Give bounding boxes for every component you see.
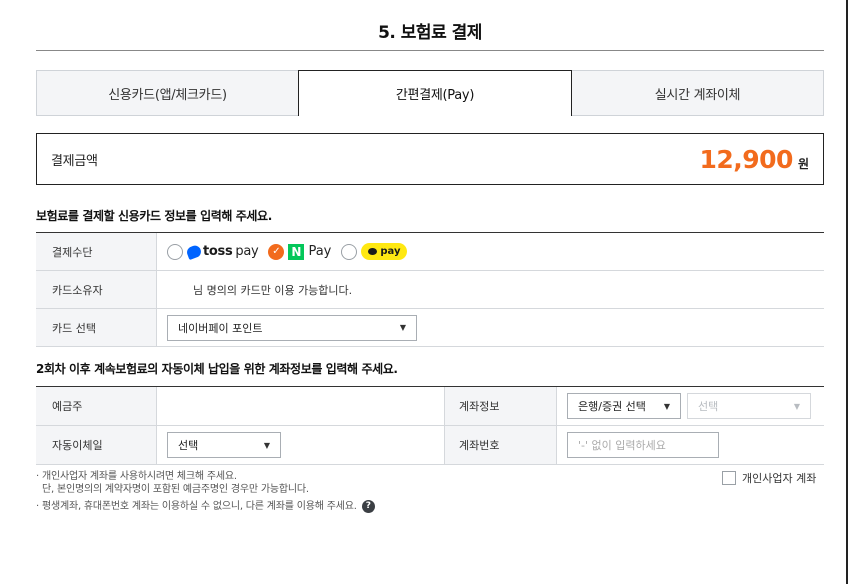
table-row: 카드 선택 네이버페이 포인트 ▼ bbox=[36, 309, 824, 347]
account-number-input[interactable]: '-' 없이 입력하세요 bbox=[567, 432, 719, 458]
business-account-label: 개인사업자 계좌 bbox=[742, 472, 817, 485]
chevron-down-icon: ▼ bbox=[663, 401, 670, 411]
toss-brand-text: toss bbox=[203, 244, 233, 259]
card-select-label: 카드 선택 bbox=[36, 309, 156, 346]
amount-label: 결제금액 bbox=[51, 153, 98, 169]
radio-toss[interactable] bbox=[167, 243, 183, 260]
bank-sub-select-value: 선택 bbox=[698, 400, 719, 413]
account-section-heading: 2회차 이후 계속보험료의 자동이체 납입을 위한 계좌정보를 입력해 주세요. bbox=[36, 362, 398, 376]
notice-item: · 평생계좌, 휴대폰번호 계좌는 이용하실 수 없으니, 다른 계좌를 이용해… bbox=[36, 501, 357, 512]
bank-select-value: 은행/증권 선택 bbox=[578, 400, 646, 413]
card-owner-notice: 님 명의의 카드만 이용 가능합니다. bbox=[193, 283, 353, 297]
naver-pay-text: Pay bbox=[308, 244, 332, 259]
transfer-day-value: 선택 bbox=[178, 439, 199, 452]
table-row: 예금주 계좌정보 은행/증권 선택 ▼ 선택 ▼ bbox=[36, 387, 824, 426]
checkbox-icon[interactable] bbox=[722, 471, 736, 485]
chevron-down-icon: ▼ bbox=[263, 440, 270, 450]
amount-value-group: 12,900 원 bbox=[699, 145, 809, 174]
chevron-down-icon: ▼ bbox=[793, 401, 800, 411]
tab-credit-card[interactable]: 신용카드(앱/체크카드) bbox=[36, 70, 298, 116]
right-divider bbox=[846, 0, 848, 584]
card-select-dropdown[interactable]: 네이버페이 포인트 ▼ bbox=[167, 314, 417, 341]
notice-list: · 개인사업자 계좌를 사용하시려면 체크해 주세요. 단, 본인명의의 계약자… bbox=[36, 470, 824, 513]
table-row: 결제수단 toss pay ✓ N Pay pay bbox=[36, 233, 824, 271]
transfer-day-dropdown[interactable]: 선택 ▼ bbox=[167, 432, 281, 458]
business-account-checkbox[interactable]: 개인사업자 계좌 bbox=[722, 470, 816, 486]
transfer-day-label: 자동이체일 bbox=[36, 426, 156, 464]
pay-option-toss[interactable]: toss pay bbox=[167, 243, 259, 260]
pay-option-kakaopay[interactable]: pay bbox=[341, 243, 408, 260]
toss-pay-logo: toss pay bbox=[185, 243, 259, 260]
tab-bank-transfer[interactable]: 실시간 계좌이체 bbox=[572, 70, 824, 116]
payment-method-label: 결제수단 bbox=[36, 233, 156, 270]
card-select-value: 네이버페이 포인트 bbox=[178, 321, 263, 335]
card-section-heading: 보험료를 결제할 신용카드 정보를 입력해 주세요. bbox=[36, 209, 272, 223]
page-title: 5. 보험료 결제 bbox=[378, 23, 482, 43]
help-icon[interactable]: ? bbox=[361, 500, 375, 513]
account-info-label: 계좌정보 bbox=[444, 387, 556, 425]
amount-value: 12,900 bbox=[699, 144, 793, 174]
toss-icon bbox=[185, 243, 203, 260]
payment-amount-box: 결제금액 12,900 원 bbox=[36, 133, 824, 185]
radio-kakaopay[interactable] bbox=[341, 243, 358, 260]
card-info-table: 결제수단 toss pay ✓ N Pay pay 카드소유자 님 명의의 카드… bbox=[36, 232, 824, 347]
card-owner-label: 카드소유자 bbox=[36, 271, 156, 308]
bank-select-dropdown[interactable]: 은행/증권 선택 ▼ bbox=[567, 393, 681, 419]
pay-method-options: toss pay ✓ N Pay pay bbox=[167, 243, 417, 260]
amount-unit: 원 bbox=[797, 156, 809, 171]
toss-suffix-text: pay bbox=[235, 244, 259, 259]
notice-item: 단, 본인명의의 계약자명이 포함된 예금주명인 경우만 가능합니다. bbox=[42, 484, 309, 495]
bank-sub-select-dropdown[interactable]: 선택 ▼ bbox=[687, 393, 811, 419]
kakao-pay-logo: pay bbox=[361, 243, 408, 260]
table-row: 카드소유자 님 명의의 카드만 이용 가능합니다. bbox=[36, 271, 824, 309]
title-divider bbox=[36, 50, 824, 51]
table-row: 자동이체일 선택 ▼ 계좌번호 '-' 없이 입력하세요 bbox=[36, 426, 824, 465]
tab-easy-pay[interactable]: 간편결제(Pay) bbox=[298, 70, 572, 116]
naver-pay-logo: N Pay bbox=[288, 243, 332, 260]
chevron-down-icon: ▼ bbox=[399, 323, 406, 332]
payment-tabs: 신용카드(앱/체크카드) 간편결제(Pay) 실시간 계좌이체 bbox=[36, 70, 824, 116]
pay-option-npay[interactable]: ✓ N Pay bbox=[268, 243, 332, 260]
naver-n-icon: N bbox=[288, 243, 305, 260]
kakao-bubble-icon bbox=[368, 248, 378, 255]
notice-item: · 개인사업자 계좌를 사용하시려면 체크해 주세요. bbox=[36, 471, 237, 482]
kakao-pay-text: pay bbox=[380, 246, 401, 257]
depositor-label: 예금주 bbox=[36, 387, 156, 425]
account-info-table: 예금주 계좌정보 은행/증권 선택 ▼ 선택 ▼ 자동이체일 선택 ▼ 계좌번호… bbox=[36, 386, 824, 465]
radio-npay-checked-icon[interactable]: ✓ bbox=[268, 243, 285, 260]
account-number-label: 계좌번호 bbox=[444, 426, 556, 464]
